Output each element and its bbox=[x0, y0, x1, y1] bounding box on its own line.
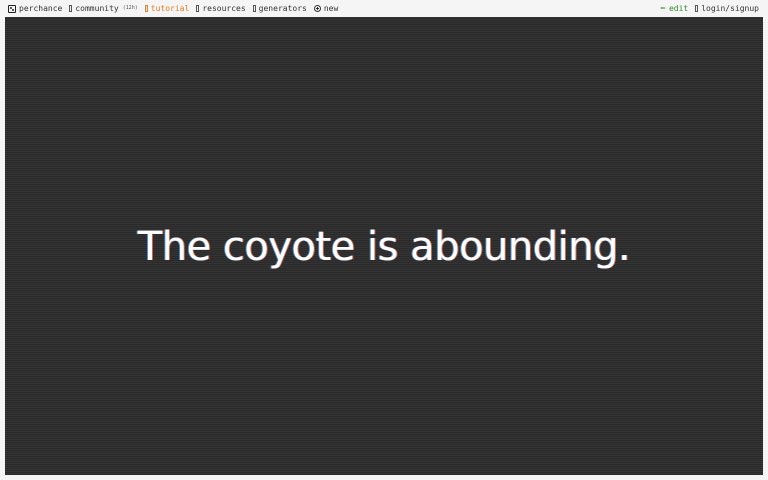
nav-edit[interactable]: ✏ edit bbox=[661, 4, 689, 13]
nav-login-signup[interactable]: login/signup bbox=[695, 3, 759, 13]
nav-new[interactable]: new bbox=[313, 3, 339, 13]
nav-new-label: new bbox=[323, 3, 339, 13]
box-icon bbox=[196, 5, 200, 12]
nav-perchance-label: perchance bbox=[19, 3, 63, 13]
generated-text: The coyote is abounding. bbox=[137, 223, 631, 270]
nav-left-group: perchance community (12h) tutorial resou… bbox=[8, 0, 338, 17]
dice-icon bbox=[8, 4, 16, 13]
nav-right-group: ✏ edit login/signup bbox=[661, 0, 759, 17]
nav-community-label: community bbox=[75, 3, 119, 13]
box-icon bbox=[695, 5, 699, 12]
community-count-badge: (12h) bbox=[122, 5, 138, 11]
nav-login-signup-label: login/signup bbox=[701, 3, 759, 13]
nav-perchance[interactable]: perchance bbox=[8, 3, 63, 13]
pencil-icon: ✏ bbox=[660, 3, 666, 13]
nav-resources-label: resources bbox=[202, 3, 246, 13]
nav-community[interactable]: community (12h) bbox=[69, 3, 138, 13]
generator-output-area[interactable]: The coyote is abounding. bbox=[5, 17, 763, 475]
top-nav-bar: perchance community (12h) tutorial resou… bbox=[0, 0, 768, 17]
box-icon bbox=[252, 5, 256, 12]
nav-tutorial-label: tutorial bbox=[150, 3, 190, 13]
nav-tutorial[interactable]: tutorial bbox=[144, 3, 190, 13]
box-icon bbox=[69, 5, 73, 12]
nav-edit-label: edit bbox=[668, 3, 689, 13]
plus-circle-icon bbox=[313, 5, 321, 12]
nav-generators-label: generators bbox=[258, 3, 307, 13]
nav-resources[interactable]: resources bbox=[196, 3, 246, 13]
box-icon bbox=[144, 5, 148, 12]
nav-generators[interactable]: generators bbox=[252, 3, 307, 13]
